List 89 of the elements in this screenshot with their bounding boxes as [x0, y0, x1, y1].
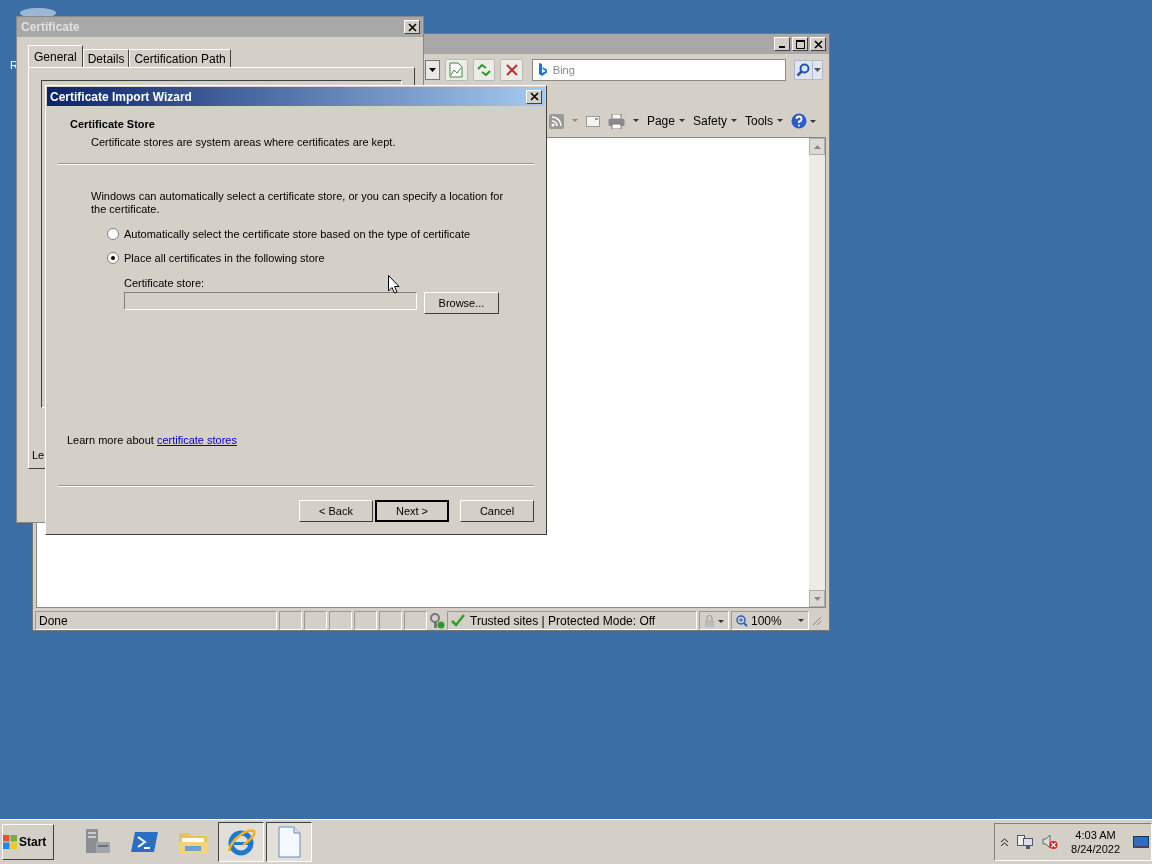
caret-icon	[813, 68, 821, 72]
tab[interactable]: General	[28, 45, 83, 67]
mail-icon[interactable]	[585, 115, 600, 127]
close-button[interactable]	[404, 20, 420, 34]
stop-button[interactable]	[500, 59, 523, 81]
field-label: Certificate store:	[124, 277, 205, 289]
command-menu[interactable]: Page	[646, 114, 685, 128]
page-heading: Certificate Store	[70, 118, 156, 130]
caret-icon[interactable]	[632, 119, 639, 123]
browse-button[interactable]: Browse...	[424, 292, 499, 314]
status-pane	[279, 611, 302, 630]
clock-time: 4:03 AM	[1075, 829, 1116, 841]
privacy-button[interactable]	[699, 611, 729, 630]
status-pane	[329, 611, 352, 630]
instruction-text: Windows can automatically select a certificate store, or you can specify a location for the certificate.	[91, 190, 505, 216]
scroll-down-button[interactable]	[809, 590, 825, 607]
security-zone[interactable]: Trusted sites | Protected Mode: Off	[447, 611, 697, 630]
network-icon[interactable]	[1017, 834, 1034, 850]
radio-option[interactable]: Automatically select the certificate store based on the type of certificate	[107, 228, 471, 240]
search-button[interactable]	[793, 60, 813, 80]
radio-option[interactable]: Place all certificates in the following store	[107, 252, 325, 264]
status-pane	[379, 611, 402, 630]
maximize-icon	[795, 39, 805, 49]
caret-icon	[429, 68, 437, 72]
page-description: Certificate stores are system areas where certificates are kept.	[90, 136, 397, 148]
minimize-icon	[779, 46, 785, 48]
tab[interactable]: Details	[82, 49, 130, 67]
refresh-icon	[475, 62, 492, 78]
clock[interactable]: 4:03 AM 8/24/2022	[1067, 829, 1124, 855]
cursor-icon	[388, 275, 400, 294]
taskbar-app-button[interactable]	[218, 822, 264, 862]
start-button[interactable]: Start	[2, 824, 54, 860]
taskbar-app-button[interactable]	[266, 822, 312, 862]
browser-icon	[226, 827, 256, 857]
status-text: Done	[35, 611, 277, 630]
search-icon	[796, 63, 811, 77]
status-pane	[304, 611, 327, 630]
show-desktop-icon[interactable]	[1133, 836, 1149, 848]
refresh-button[interactable]	[472, 59, 496, 81]
window-title: Certificate Import Wizard	[50, 89, 192, 104]
status-pane	[354, 611, 377, 630]
check-icon	[451, 614, 465, 627]
learn-more-text: Learn more about certificate stores	[67, 434, 237, 446]
maximize-button[interactable]	[792, 37, 808, 51]
muted-speaker-icon[interactable]	[1042, 834, 1059, 850]
feeds-icon[interactable]	[548, 113, 564, 129]
document-icon	[276, 826, 302, 858]
zone-text: Trusted sites | Protected Mode: Off	[470, 613, 656, 628]
tab[interactable]: Certification Path	[129, 49, 231, 67]
windows-logo-icon	[3, 835, 17, 849]
scrollbar[interactable]	[809, 138, 825, 607]
zoom-button[interactable]: 100%	[731, 611, 809, 630]
caret-icon	[777, 119, 783, 123]
caret-icon	[731, 119, 737, 123]
address-dropdown-button[interactable]	[425, 60, 441, 80]
page-icon	[449, 62, 464, 78]
lock-icon	[704, 614, 724, 627]
close-button[interactable]	[526, 89, 542, 104]
certificate-stores-link[interactable]: certificate stores	[156, 434, 237, 446]
close-icon	[529, 92, 539, 101]
close-icon	[505, 64, 518, 76]
search-field[interactable]: Bing	[531, 59, 786, 81]
minimize-button[interactable]	[774, 37, 790, 51]
wizard-button[interactable]: < Back	[299, 500, 373, 522]
radio-button[interactable]	[107, 252, 119, 264]
close-icon	[407, 22, 417, 32]
status-pane	[404, 611, 427, 630]
close-icon	[813, 39, 823, 49]
radio-button[interactable]	[107, 228, 119, 240]
clock-date: 8/24/2022	[1071, 843, 1120, 855]
caret-icon	[678, 119, 685, 123]
printer-icon[interactable]	[607, 113, 625, 129]
search-provider-icon	[537, 63, 547, 77]
help-icon[interactable]	[791, 113, 817, 129]
cut-text: Le	[32, 449, 45, 461]
command-menu[interactable]: Tools	[745, 114, 783, 128]
certificate-store-field[interactable]	[124, 292, 417, 310]
command-menu[interactable]: Safety	[692, 114, 737, 128]
show-hidden-icons-icon[interactable]	[1001, 838, 1009, 846]
scroll-up-button[interactable]	[809, 138, 825, 155]
zoom-icon	[736, 614, 748, 627]
up-arrow-icon	[813, 144, 821, 149]
close-button[interactable]	[810, 37, 826, 51]
wizard-button[interactable]: Cancel	[460, 500, 534, 522]
caret-icon	[798, 618, 804, 623]
wizard-button[interactable]: Next >	[375, 500, 449, 522]
resize-grip-icon[interactable]	[811, 615, 822, 626]
window-title: Certificate	[21, 20, 80, 34]
down-arrow-icon	[813, 596, 821, 601]
